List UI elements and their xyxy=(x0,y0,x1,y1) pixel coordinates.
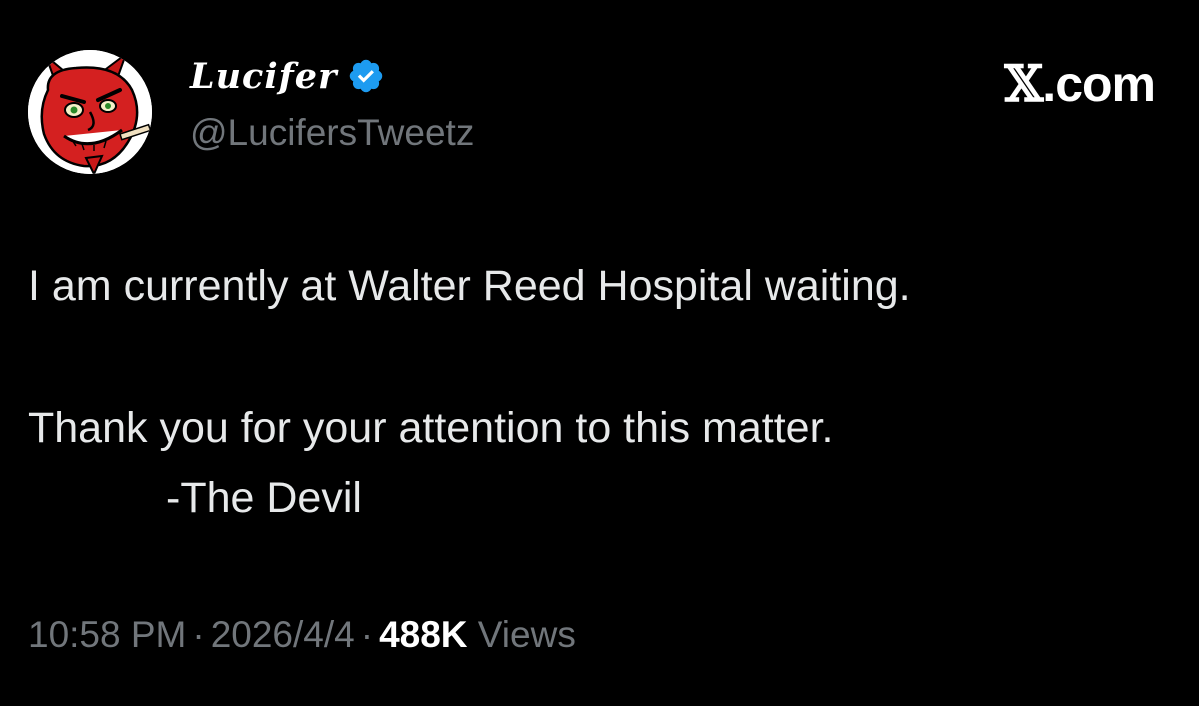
views-label: Views xyxy=(477,614,576,655)
x-logo-icon: 𝕏 xyxy=(1004,54,1044,113)
tweet-meta: 10:58 PM · 2026/4/4 · 488K Views xyxy=(28,614,576,656)
tweet-card: Lucifer @LucifersTweetz 𝕏.com I am curre… xyxy=(0,0,1199,706)
tweet-signature: -The Devil xyxy=(166,474,362,522)
watermark-domain: .com xyxy=(1042,56,1156,112)
tweet-time[interactable]: 10:58 PM xyxy=(28,614,186,655)
tweet-date[interactable]: 2026/4/4 xyxy=(211,614,355,655)
author-name-row: Lucifer xyxy=(190,52,385,100)
verified-badge-icon xyxy=(347,57,385,95)
author-handle[interactable]: @LucifersTweetz xyxy=(190,112,474,154)
meta-separator: · xyxy=(360,614,374,655)
avatar[interactable] xyxy=(28,50,152,174)
tweet-text-line-2: Thank you for your attention to this mat… xyxy=(28,404,834,452)
devil-avatar-icon xyxy=(28,50,152,174)
x-com-watermark: 𝕏.com xyxy=(1005,54,1156,113)
meta-separator: · xyxy=(192,614,205,655)
views-count: 488K xyxy=(379,614,468,655)
author-display-name[interactable]: Lucifer xyxy=(190,56,337,97)
tweet-text-line-1: I am currently at Walter Reed Hospital w… xyxy=(28,262,911,310)
